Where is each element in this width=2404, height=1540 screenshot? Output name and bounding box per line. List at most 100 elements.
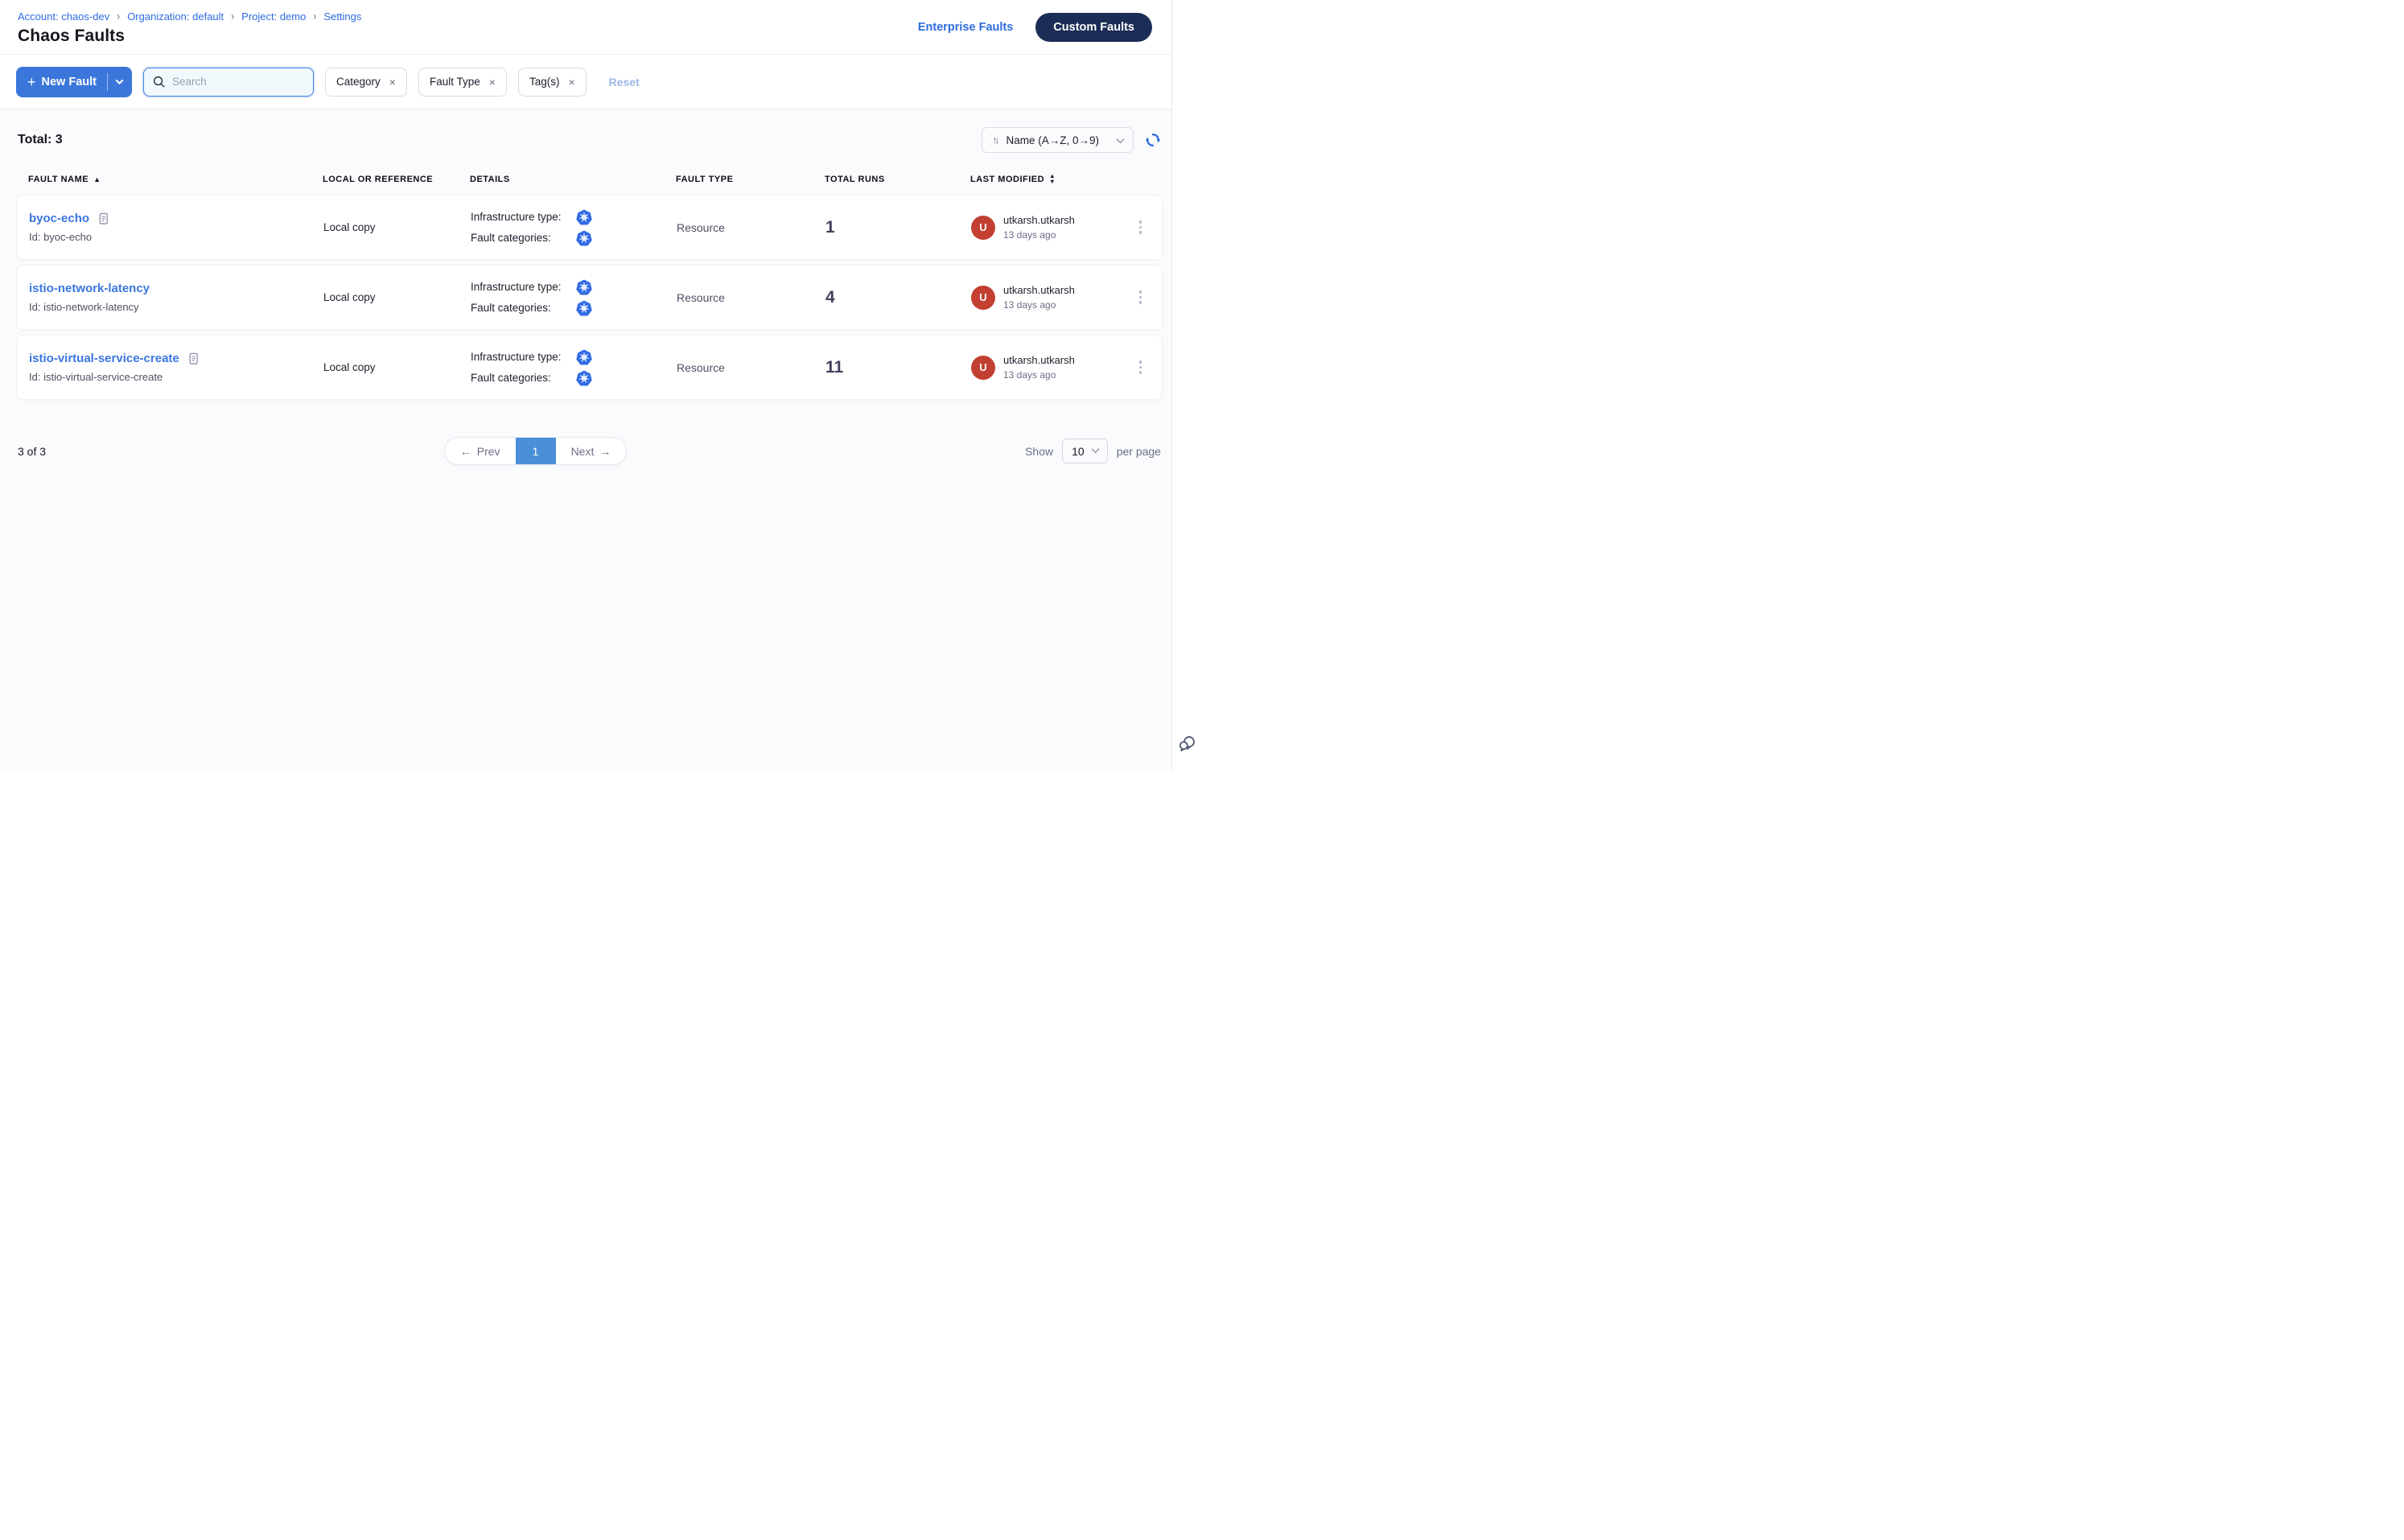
modified-ago: 13 days ago bbox=[1003, 299, 1075, 311]
modified-by: utkarsh.utkarsh bbox=[1003, 354, 1075, 366]
current-page-button[interactable]: 1 bbox=[516, 438, 556, 464]
enterprise-faults-link[interactable]: Enterprise Faults bbox=[918, 21, 1013, 34]
column-header-fault-name-label: FAULT NAME bbox=[28, 175, 89, 184]
search-box[interactable] bbox=[143, 68, 314, 97]
breadcrumb-separator-icon: › bbox=[313, 10, 316, 23]
breadcrumb-separator-icon: › bbox=[231, 10, 234, 23]
table-row[interactable]: istio-network-latency Id: istio-network-… bbox=[16, 265, 1163, 330]
search-input[interactable] bbox=[172, 76, 305, 88]
last-modified-cell: U utkarsh.utkarsh 13 days ago bbox=[971, 284, 1119, 311]
fault-name-link[interactable]: istio-network-latency bbox=[29, 282, 150, 295]
breadcrumb-settings[interactable]: Settings bbox=[323, 10, 361, 23]
details-cell: Infrastructure type: Fault categories: bbox=[471, 278, 677, 317]
filter-chip-fault-type-label: Fault Type bbox=[430, 76, 480, 88]
breadcrumb-project[interactable]: Project: demo bbox=[241, 10, 306, 23]
column-header-details: DETAILS bbox=[470, 175, 676, 184]
row-menu-button[interactable] bbox=[1134, 286, 1147, 309]
fault-name-link[interactable]: istio-virtual-service-create bbox=[29, 352, 179, 365]
total-count: Total: 3 bbox=[18, 133, 63, 147]
close-icon[interactable]: × bbox=[389, 76, 396, 89]
column-header-local-or-reference: LOCAL OR REFERENCE bbox=[323, 175, 470, 184]
fault-categories-label: Fault categories: bbox=[471, 302, 575, 314]
avatar: U bbox=[971, 356, 995, 380]
column-header-last-modified-label: LAST MODIFIED bbox=[970, 175, 1044, 184]
sort-dropdown-value: Name (A→Z, 0→9) bbox=[1006, 134, 1099, 146]
column-header-last-modified[interactable]: LAST MODIFIED ▲▼ bbox=[970, 174, 1118, 184]
copy-id-button[interactable] bbox=[187, 352, 200, 365]
sort-dropdown[interactable]: ↑↓ Name (A→Z, 0→9) bbox=[982, 127, 1134, 153]
kubernetes-icon bbox=[575, 278, 593, 296]
modified-by: utkarsh.utkarsh bbox=[1003, 214, 1075, 226]
row-menu-button[interactable] bbox=[1134, 356, 1147, 379]
fault-categories-label: Fault categories: bbox=[471, 232, 575, 244]
prev-label: Prev bbox=[477, 445, 500, 458]
breadcrumb-organization[interactable]: Organization: default bbox=[127, 10, 224, 23]
filter-chip-tags[interactable]: Tag(s) × bbox=[518, 68, 587, 97]
fault-list: byoc-echo Id: byoc-echo Local copy Infra… bbox=[16, 195, 1163, 400]
main-panel: Account: chaos-dev › Organization: defau… bbox=[0, 0, 1172, 770]
per-page-label: per page bbox=[1117, 445, 1161, 458]
fault-categories-label: Fault categories: bbox=[471, 372, 575, 384]
local-or-reference-cell: Local copy bbox=[323, 361, 471, 373]
chat-support-button[interactable] bbox=[1178, 735, 1196, 757]
chevron-down-icon bbox=[1091, 445, 1099, 453]
next-label: Next bbox=[571, 445, 595, 458]
column-header-local-label: LOCAL OR REFERENCE bbox=[323, 175, 433, 184]
sort-ascending-icon: ▲ bbox=[93, 175, 101, 183]
chat-support-icon bbox=[1178, 735, 1196, 753]
infrastructure-type-label: Infrastructure type: bbox=[471, 281, 575, 293]
chevron-down-icon[interactable] bbox=[116, 76, 124, 84]
button-divider bbox=[107, 73, 108, 91]
copy-icon bbox=[187, 352, 200, 365]
close-icon[interactable]: × bbox=[568, 76, 574, 89]
arrow-right-icon: → bbox=[599, 445, 611, 458]
reset-filters-button[interactable]: Reset bbox=[609, 76, 640, 89]
fault-name-link[interactable]: byoc-echo bbox=[29, 212, 89, 225]
infrastructure-type-label: Infrastructure type: bbox=[471, 351, 575, 363]
avatar: U bbox=[971, 286, 995, 310]
pagination-range: 3 of 3 bbox=[18, 445, 46, 458]
plus-icon: + bbox=[27, 75, 36, 89]
page-title: Chaos Faults bbox=[18, 27, 361, 46]
filter-chip-category[interactable]: Category × bbox=[325, 68, 407, 97]
column-header-fault-type-label: FAULT TYPE bbox=[676, 175, 733, 184]
fault-type-cell: Resource bbox=[677, 221, 825, 234]
sort-updown-icon: ↑↓ bbox=[992, 134, 997, 146]
arrow-left-icon: ← bbox=[460, 445, 471, 458]
avatar: U bbox=[971, 216, 995, 240]
filter-chip-tags-label: Tag(s) bbox=[529, 76, 560, 88]
new-fault-label: New Fault bbox=[42, 76, 97, 89]
kubernetes-icon bbox=[575, 229, 593, 247]
close-icon[interactable]: × bbox=[489, 76, 496, 89]
copy-id-button[interactable] bbox=[97, 212, 109, 225]
infrastructure-type-label: Infrastructure type: bbox=[471, 211, 575, 223]
content-area: Total: 3 ↑↓ Name (A→Z, 0→9) bbox=[0, 109, 1171, 770]
total-runs-cell: 4 bbox=[825, 288, 971, 307]
fault-id: Id: byoc-echo bbox=[29, 231, 323, 243]
page-size-select[interactable]: 10 bbox=[1062, 439, 1108, 463]
right-gutter bbox=[1173, 0, 1202, 770]
column-header-fault-name[interactable]: FAULT NAME ▲ bbox=[28, 175, 323, 184]
total-runs-cell: 11 bbox=[825, 358, 971, 377]
table-row[interactable]: istio-virtual-service-create Id: istio-v… bbox=[16, 335, 1163, 400]
next-page-button[interactable]: Next → bbox=[556, 438, 627, 464]
column-header-details-label: DETAILS bbox=[470, 175, 510, 184]
new-fault-button[interactable]: + New Fault bbox=[16, 67, 132, 97]
pagination-row: 3 of 3 ← Prev 1 Next → Show 10 per page bbox=[16, 437, 1163, 465]
kubernetes-icon bbox=[575, 348, 593, 366]
table-row[interactable]: byoc-echo Id: byoc-echo Local copy Infra… bbox=[16, 195, 1163, 260]
filter-chip-fault-type[interactable]: Fault Type × bbox=[418, 68, 507, 97]
modified-by: utkarsh.utkarsh bbox=[1003, 284, 1075, 296]
breadcrumb-account[interactable]: Account: chaos-dev bbox=[18, 10, 109, 23]
breadcrumb: Account: chaos-dev › Organization: defau… bbox=[18, 10, 361, 23]
row-menu-button[interactable] bbox=[1134, 216, 1147, 239]
fault-id: Id: istio-virtual-service-create bbox=[29, 371, 323, 383]
column-header-total-runs-label: TOTAL RUNS bbox=[825, 175, 885, 184]
fault-type-cell: Resource bbox=[677, 291, 825, 304]
custom-faults-button[interactable]: Custom Faults bbox=[1035, 13, 1152, 42]
kubernetes-icon bbox=[575, 299, 593, 317]
last-modified-cell: U utkarsh.utkarsh 13 days ago bbox=[971, 214, 1119, 241]
refresh-button[interactable] bbox=[1145, 132, 1161, 148]
page-size-value: 10 bbox=[1072, 445, 1085, 458]
prev-page-button[interactable]: ← Prev bbox=[445, 438, 516, 464]
